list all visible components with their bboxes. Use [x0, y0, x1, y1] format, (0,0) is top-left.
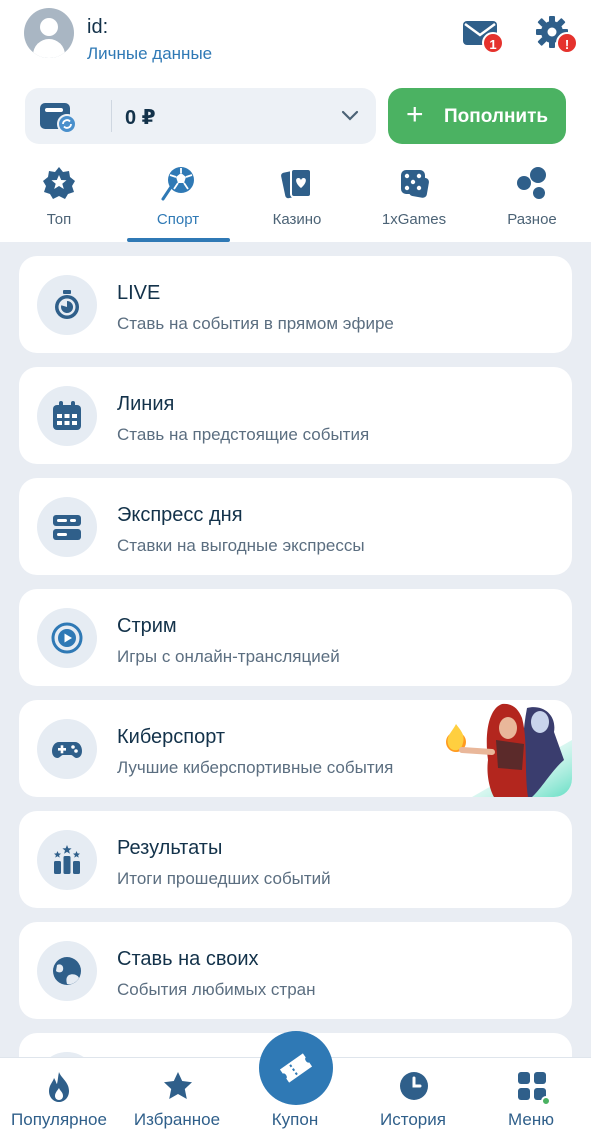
bubbles-icon — [517, 167, 546, 199]
card-subtitle: Итоги прошедших событий — [117, 869, 331, 888]
star-icon — [164, 1072, 192, 1099]
topup-button[interactable]: + Пополнить — [388, 88, 566, 144]
card-icon-wrap — [37, 608, 97, 668]
card-esports[interactable]: Киберспорт Лучшие киберспортивные событи… — [19, 700, 572, 797]
tab-label: Казино — [272, 211, 322, 228]
card-icon-wrap — [37, 830, 97, 890]
plus-icon: + — [406, 98, 424, 131]
card-subtitle: Лучшие киберспортивные события — [117, 758, 394, 777]
chevron-down-icon — [341, 110, 359, 121]
card-icon-wrap — [37, 941, 97, 1001]
flame-icon — [49, 1072, 69, 1102]
card-subtitle: Ставки на выгодные экспрессы — [117, 536, 365, 555]
card-icon-wrap — [37, 275, 97, 335]
nav-label: Популярное — [11, 1110, 107, 1129]
cards-icon — [281, 168, 312, 199]
topup-label: Пополнить — [444, 106, 549, 127]
tab-other[interactable]: Разное — [477, 165, 587, 242]
calendar-icon — [53, 401, 81, 430]
card-live[interactable]: LIVE Ставь на события в прямом эфире — [19, 256, 572, 353]
nav-label: История — [380, 1110, 446, 1129]
card-stream[interactable]: Стрим Игры с онлайн-трансляцией — [19, 589, 572, 686]
card-subtitle: Игры с онлайн-трансляцией — [117, 647, 340, 666]
card-title: Линия — [117, 393, 175, 415]
tab-sport[interactable]: Спорт — [123, 165, 233, 242]
balance-amount: 0 ₽ — [125, 107, 156, 129]
play-icon — [51, 622, 83, 654]
dice-icon — [401, 170, 429, 198]
settings-button[interactable]: ! — [534, 14, 578, 56]
nav-favorites[interactable]: Избранное — [118, 1058, 236, 1145]
settings-badge: ! — [556, 32, 578, 54]
tab-label: Разное — [507, 211, 557, 228]
card-icon-wrap — [37, 497, 97, 557]
active-tab-indicator — [127, 238, 230, 242]
card-icon-wrap — [37, 719, 97, 779]
card-own-countries[interactable]: Ставь на своих События любимых стран — [19, 922, 572, 1019]
nav-coupon[interactable]: Купон — [236, 1031, 354, 1145]
card-title: Экспресс дня — [117, 504, 243, 526]
tab-casino[interactable]: Казино — [242, 165, 352, 242]
globe-icon — [53, 957, 81, 985]
tab-label: 1xGames — [381, 211, 447, 228]
bottom-navigation: Популярное Избранное Купон История Меню — [0, 1031, 591, 1145]
card-subtitle: Ставь на предстоящие события — [117, 425, 370, 444]
results-icon — [54, 845, 80, 874]
star-badge-icon — [43, 167, 75, 199]
nav-label: Избранное — [133, 1110, 221, 1129]
express-icon — [53, 515, 81, 540]
card-line[interactable]: Линия Ставь на предстоящие события — [19, 367, 572, 464]
card-express[interactable]: Экспресс дня Ставки на выгодные экспресс… — [19, 478, 572, 575]
nav-menu[interactable]: Меню — [472, 1058, 590, 1145]
balance-selector[interactable]: 0 ₽ — [25, 88, 376, 144]
mail-badge: 1 — [482, 32, 504, 54]
tab-top[interactable]: Топ — [4, 165, 114, 242]
avatar[interactable] — [24, 8, 74, 58]
header-panel: id: Личные данные 1 ! 0 ₽ + Пополнить То… — [0, 0, 591, 242]
card-title: Результаты — [117, 837, 223, 859]
nav-popular[interactable]: Популярное — [0, 1058, 118, 1145]
card-title: Ставь на своих — [117, 948, 259, 970]
card-results[interactable]: Результаты Итоги прошедших событий — [19, 811, 572, 908]
card-title: Стрим — [117, 615, 177, 637]
card-title: Киберспорт — [117, 726, 226, 748]
esports-heroes-illustration — [432, 700, 572, 797]
wallet-icon — [40, 103, 77, 134]
card-subtitle: Ставь на события в прямом эфире — [117, 314, 394, 333]
gamepad-icon — [52, 742, 82, 758]
balance-divider — [111, 100, 112, 132]
card-title: LIVE — [117, 282, 161, 304]
coupon-button[interactable] — [259, 1031, 333, 1105]
menu-notification-dot — [541, 1096, 551, 1106]
nav-label: Купон — [271, 1110, 319, 1129]
user-id-label: id: — [87, 16, 109, 38]
personal-data-link[interactable]: Личные данные — [87, 44, 212, 64]
tab-1xgames[interactable]: 1xGames — [359, 165, 469, 242]
stopwatch-icon — [55, 290, 79, 319]
ticket-icon — [279, 1053, 313, 1083]
mail-button[interactable]: 1 — [462, 18, 504, 56]
sport-ball-icon — [161, 167, 194, 201]
nav-label: Меню — [508, 1110, 554, 1129]
card-icon-wrap — [37, 386, 97, 446]
card-subtitle: События любимых стран — [117, 980, 316, 999]
nav-history[interactable]: История — [354, 1058, 472, 1145]
clock-icon — [400, 1072, 428, 1100]
tab-label: Спорт — [156, 211, 200, 228]
tab-label: Топ — [46, 211, 72, 228]
